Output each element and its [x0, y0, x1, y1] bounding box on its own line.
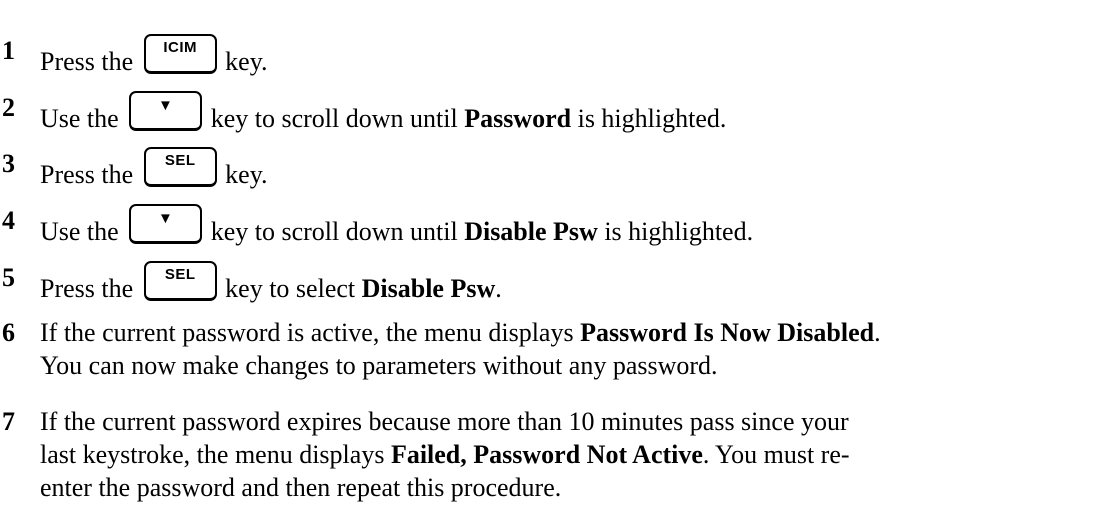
step-number: 6	[2, 318, 15, 347]
step-text: Use the	[40, 217, 119, 246]
step-text: enter the password and then repeat this …	[40, 473, 562, 502]
icim-key-icon: ICIM	[143, 34, 217, 74]
step-number: 1	[2, 36, 15, 65]
step-text: key.	[225, 47, 268, 76]
step-text: is highlighted.	[577, 104, 727, 133]
step-text: key to select	[225, 274, 356, 303]
step-text: If the current password expires because …	[40, 407, 849, 436]
step-number: 3	[2, 149, 15, 178]
key-label: SEL	[164, 152, 196, 169]
step-line: last keystroke, the menu displays Failed…	[40, 438, 1092, 471]
key-label: ICIM	[163, 39, 197, 56]
step-text: key.	[225, 160, 268, 189]
step-number: 2	[2, 93, 15, 122]
key-label: ▼	[158, 210, 174, 227]
step-text: key to scroll down until	[210, 217, 458, 246]
step-text: is highlighted.	[604, 217, 754, 246]
step-line: If the current password is active, the m…	[40, 316, 1092, 349]
step-text: Press the	[40, 274, 134, 303]
step-text: You can now make changes to parameters w…	[40, 351, 718, 380]
menu-message: Failed, Password Not Active	[390, 440, 703, 469]
sel-key-icon: SEL	[143, 147, 217, 187]
key-label: ▼	[158, 97, 174, 114]
down-arrow-key-icon: ▼	[129, 204, 203, 244]
step-number: 7	[2, 407, 15, 436]
step-text: Press the	[40, 47, 134, 76]
step-text: Use the	[40, 104, 119, 133]
key-label: SEL	[164, 266, 196, 283]
step-number: 5	[2, 263, 15, 292]
menu-item-name: Disable Psw	[464, 217, 598, 246]
step-text: .	[495, 274, 502, 303]
step-text: last keystroke, the menu displays	[40, 440, 385, 469]
menu-item-name: Password	[464, 104, 572, 133]
down-arrow-key-icon: ▼	[129, 91, 203, 131]
step-number: 4	[2, 206, 15, 235]
step-line: You can now make changes to parameters w…	[40, 349, 1092, 382]
menu-item-name: Disable Psw	[361, 274, 496, 303]
step-line: If the current password expires because …	[40, 405, 1092, 438]
step-text: Press the	[40, 160, 134, 189]
sel-key-icon: SEL	[143, 261, 217, 301]
step-text: . You must re-	[702, 440, 850, 469]
step-text: If the current password is active, the m…	[40, 318, 574, 347]
menu-message: Password Is Now Disabled	[580, 318, 875, 347]
step-line: enter the password and then repeat this …	[40, 471, 1092, 504]
step-text: key to scroll down until	[210, 104, 458, 133]
step-text: .	[874, 318, 881, 347]
